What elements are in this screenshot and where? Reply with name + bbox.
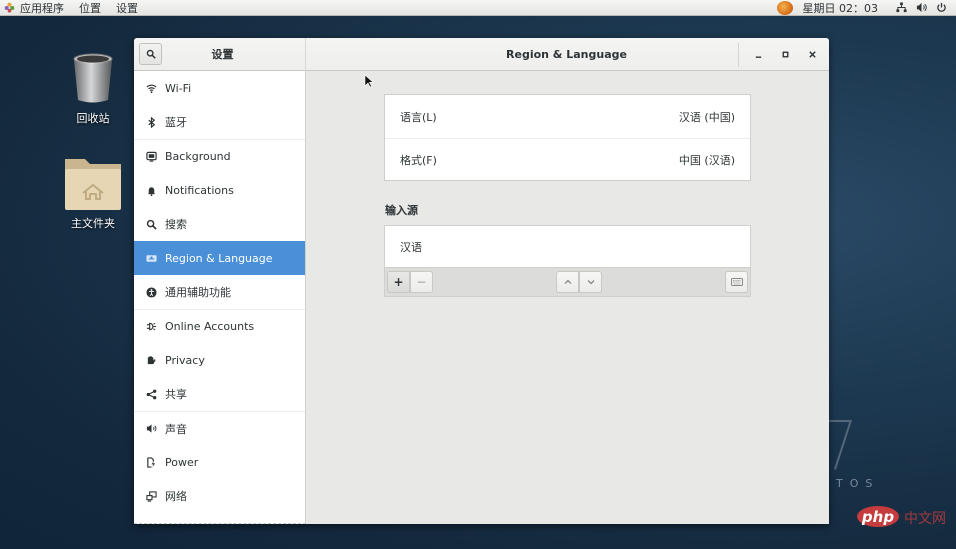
formats-value: 中国 (汉语)	[678, 154, 735, 167]
sidebar-item-background[interactable]: Background	[134, 139, 305, 173]
input-sources-toolbar: + −	[385, 267, 750, 296]
mouse-cursor-icon	[364, 74, 374, 88]
distro-logo-text: TOS	[836, 477, 880, 490]
sidebar-item-network[interactable]: 网络	[134, 479, 305, 513]
language-label: 语言(L)	[400, 110, 437, 124]
close-icon	[808, 50, 816, 58]
desktop-icon-home[interactable]: 主文件夹	[53, 153, 133, 231]
network-icon[interactable]	[896, 2, 907, 13]
menu-settings[interactable]: 设置	[116, 0, 138, 16]
add-input-source-button[interactable]: +	[387, 271, 410, 293]
desktop-icon-trash[interactable]: 回收站	[53, 52, 133, 126]
sidebar-item-label: Wi-Fi	[165, 81, 192, 95]
close-button[interactable]	[804, 46, 820, 62]
sidebar-item-privacy[interactable]: Privacy	[134, 343, 305, 377]
sidebar-item-online-accounts[interactable]: Online Accounts	[134, 309, 305, 343]
language-value: 汉语 (中国)	[678, 110, 735, 124]
formats-row[interactable]: 格式(F) 中国 (汉语)	[385, 138, 750, 181]
trash-icon	[72, 52, 114, 104]
share-icon	[145, 388, 157, 400]
sidebar-item-sound[interactable]: 声音	[134, 411, 305, 445]
sidebar-item-notifications[interactable]: Notifications	[134, 173, 305, 207]
wifi-icon	[145, 82, 157, 94]
sidebar-item-region-language[interactable]: Region & Language	[134, 241, 305, 275]
user-avatar-icon[interactable]	[776, 0, 793, 15]
volume-icon[interactable]	[916, 2, 927, 13]
sidebar-item-label: Notifications	[165, 183, 234, 197]
top-panel: 应用程序 位置 设置 星期日 02：03	[0, 0, 956, 16]
power-icon	[145, 456, 157, 468]
gnome-foot-icon	[4, 2, 15, 13]
keyboard-icon	[730, 278, 743, 286]
network-icon	[145, 490, 157, 502]
php-logo-icon: php	[857, 506, 899, 527]
maximize-icon	[782, 51, 788, 57]
maximize-button[interactable]	[777, 46, 793, 62]
trash-label: 回收站	[76, 112, 110, 125]
chevron-up-icon	[564, 279, 571, 284]
distro-logo-shape	[828, 420, 850, 466]
region-icon	[145, 252, 157, 264]
bell-icon	[145, 184, 157, 196]
window-title: Region & Language	[506, 47, 627, 61]
sidebar-item-wifi[interactable]: Wi-Fi	[134, 71, 305, 105]
sidebar-item-label: Background	[165, 150, 231, 163]
sidebar-item-label: Region & Language	[165, 251, 273, 265]
minimize-icon	[755, 55, 761, 58]
watermark-site-text: 中文网	[904, 511, 946, 527]
menu-applications[interactable]: 应用程序	[20, 0, 64, 16]
sidebar-title: 设置	[211, 48, 234, 61]
settings-sidebar: Wi-Fi 蓝牙 Background Notifications 搜索 Reg…	[134, 71, 306, 524]
header-bar: Region & Language	[306, 38, 829, 71]
sidebar-item-label: 网络	[165, 490, 187, 503]
header-separator	[738, 43, 739, 67]
input-sources-heading: 输入源	[385, 204, 418, 217]
search-button[interactable]	[139, 43, 162, 65]
sidebar-item-label: 通用辅助功能	[165, 286, 231, 299]
sidebar-item-label: Online Accounts	[165, 320, 255, 333]
sidebar-item-sharing[interactable]: 共享	[134, 377, 305, 411]
remove-input-source-button[interactable]: −	[410, 271, 433, 293]
language-row[interactable]: 语言(L) 汉语 (中国)	[385, 95, 750, 138]
sidebar-item-label: 蓝牙	[165, 116, 187, 129]
home-folder-icon	[63, 153, 123, 211]
applications-menu[interactable]: 应用程序	[4, 0, 79, 16]
sidebar-item-label: Privacy	[165, 353, 205, 367]
region-language-panel: 语言(L) 汉语 (中国) 格式(F) 中国 (汉语) 输入源 汉语 + −	[306, 72, 829, 524]
background-icon	[145, 151, 157, 163]
sidebar-item-label: 搜索	[165, 218, 187, 231]
move-up-button[interactable]	[556, 271, 579, 293]
sound-icon	[145, 423, 157, 435]
clock[interactable]: 星期日 02：03	[803, 0, 879, 16]
search-icon	[145, 218, 157, 230]
keyboard-layout-button[interactable]	[725, 271, 748, 293]
privacy-hand-icon	[145, 354, 157, 366]
sidebar-item-power[interactable]: Power	[134, 445, 305, 479]
settings-window: 设置 Region & Language Wi-Fi 蓝牙 Background	[134, 38, 829, 524]
input-source-label: 汉语	[400, 241, 422, 254]
sidebar-item-bluetooth[interactable]: 蓝牙	[134, 105, 305, 139]
bluetooth-icon	[145, 116, 157, 128]
menu-places[interactable]: 位置	[79, 0, 101, 16]
online-accounts-icon	[145, 321, 157, 333]
language-formats-list: 语言(L) 汉语 (中国) 格式(F) 中国 (汉语)	[384, 94, 751, 181]
formats-label: 格式(F)	[400, 154, 437, 167]
search-icon	[146, 49, 156, 59]
sidebar-item-accessibility[interactable]: 通用辅助功能	[134, 275, 305, 309]
home-folder-label: 主文件夹	[71, 217, 115, 230]
input-source-item[interactable]: 汉语	[385, 226, 750, 268]
accessibility-icon	[145, 286, 157, 298]
minimize-button[interactable]	[750, 46, 766, 62]
move-down-button[interactable]	[579, 271, 602, 293]
power-icon[interactable]	[936, 2, 947, 13]
sidebar-item-label: 共享	[165, 388, 187, 401]
input-sources-list: 汉语 + −	[384, 225, 751, 297]
sidebar-item-search[interactable]: 搜索	[134, 207, 305, 241]
sidebar-item-label: Power	[165, 455, 199, 469]
sidebar-header: 设置	[134, 38, 306, 71]
chevron-down-icon	[587, 280, 594, 285]
sidebar-item-label: 声音	[165, 422, 187, 436]
